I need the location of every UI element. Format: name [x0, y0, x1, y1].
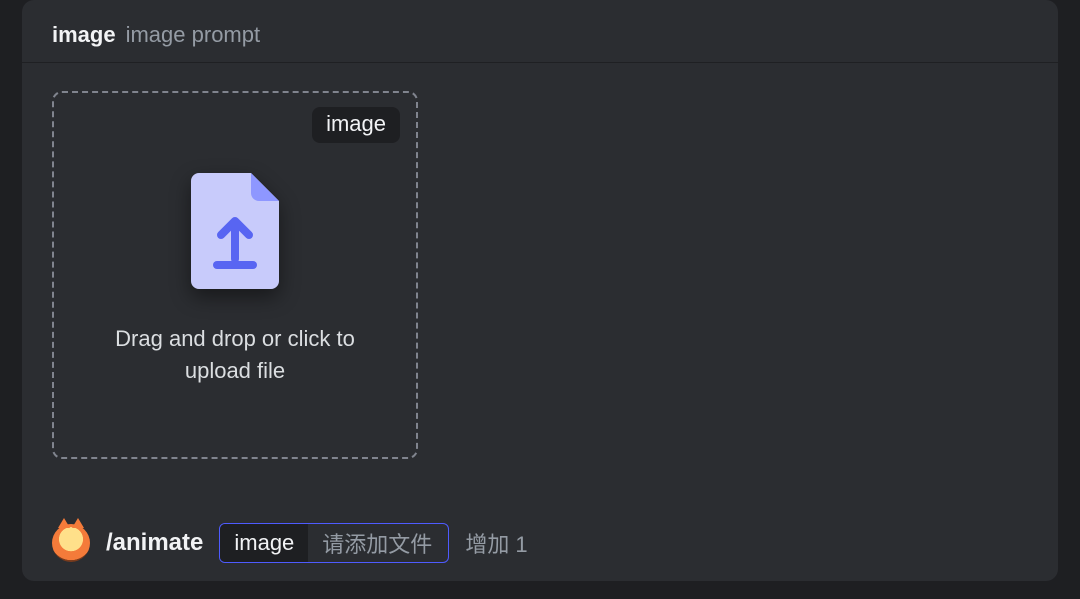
bot-avatar	[52, 524, 90, 562]
option-chip[interactable]: image 请添加文件	[219, 523, 449, 563]
upload-file-icon	[191, 173, 279, 289]
panel-body: image Drag and drop or click to upload f…	[22, 63, 1058, 479]
upload-dropzone[interactable]: image Drag and drop or click to upload f…	[52, 91, 418, 459]
option-name: image	[52, 22, 116, 48]
option-header: image image prompt	[22, 0, 1058, 63]
add-option-button[interactable]: 增加 1	[465, 527, 527, 559]
option-description: image prompt	[126, 22, 261, 48]
dropzone-hint: Drag and drop or click to upload file	[105, 323, 365, 387]
option-chip-placeholder: 请添加文件	[308, 524, 448, 562]
command-panel: image image prompt image Drag and drop o…	[22, 0, 1058, 581]
command-input-row: /animate image 请添加文件 增加 1	[52, 523, 1028, 563]
option-chip-name: image	[220, 524, 308, 562]
slash-command[interactable]: /animate	[106, 529, 203, 557]
dropzone-type-badge: image	[312, 107, 400, 143]
